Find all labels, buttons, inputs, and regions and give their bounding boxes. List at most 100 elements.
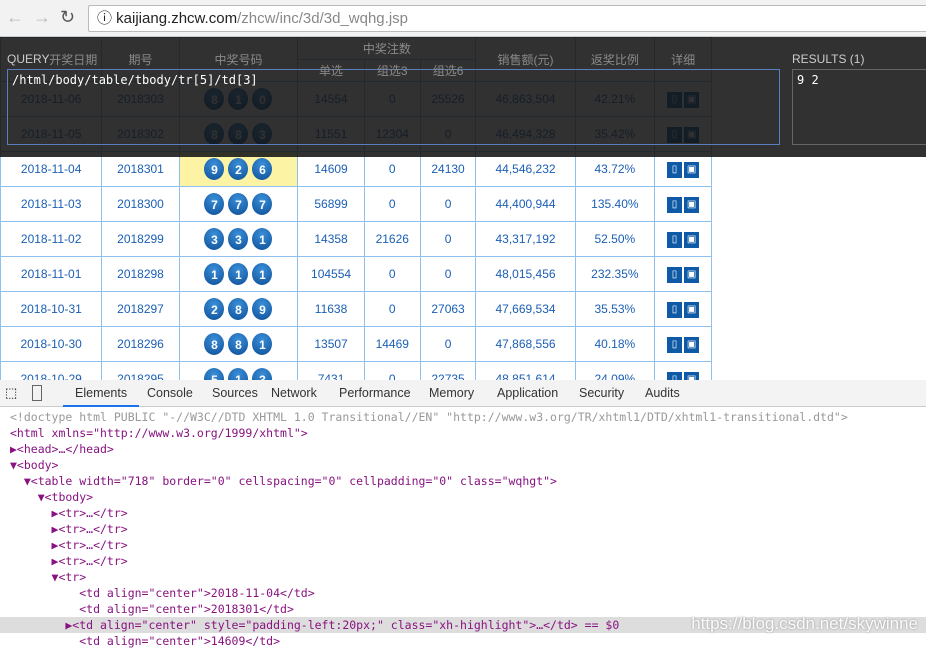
tab-network[interactable]: Network <box>259 380 329 407</box>
info-icon[interactable]: ⓘ <box>97 10 116 27</box>
document-icon[interactable]: ▯ <box>667 336 683 353</box>
tab-memory[interactable]: Memory <box>417 380 486 407</box>
ratio-cell: 135.40% <box>574 186 656 222</box>
tab-console[interactable]: Console <box>135 380 205 407</box>
document-icon[interactable]: ▯ <box>667 266 683 283</box>
dom-node-line[interactable]: ▶<head>…</head> <box>0 441 926 457</box>
dom-node-line[interactable]: ▼<table width="718" border="0" cellspaci… <box>0 473 926 489</box>
dom-node-line[interactable]: ▶<tr>…</tr> <box>0 505 926 521</box>
dom-node-line[interactable]: ▶<tr>…</tr> <box>0 553 926 569</box>
tab-audits[interactable]: Audits <box>633 380 692 407</box>
group3-cell: 14469 <box>363 326 421 362</box>
tv-icon[interactable]: ▣ <box>684 266 700 283</box>
tv-icon[interactable]: ▣ <box>684 231 700 248</box>
date-cell[interactable]: 2018-11-02 <box>0 221 103 257</box>
sales-cell: 47,669,534 <box>475 291 576 327</box>
ball: 1 <box>252 263 273 285</box>
header-winners-text: 中奖注数 <box>362 42 411 56</box>
single-cell: 13507 <box>297 326 365 362</box>
tv-icon[interactable]: ▣ <box>684 371 700 380</box>
tab-application[interactable]: Application <box>485 380 570 407</box>
detail-cell: ▯▣ <box>654 361 712 380</box>
date-link[interactable]: 2018-11-03 <box>21 197 82 211</box>
dom-node-line[interactable]: <td align="center">2018-11-04</td> <box>0 585 926 601</box>
ball: 1 <box>228 263 249 285</box>
ball: 7 <box>252 193 273 215</box>
date-cell[interactable]: 2018-10-31 <box>0 291 103 327</box>
detail-cell: ▯▣ <box>654 221 712 257</box>
ball: 9 <box>252 298 273 320</box>
date-cell[interactable]: 2018-11-01 <box>0 256 103 292</box>
devtools-panel: ⬚ Elements Console Sources Network Performan… <box>0 380 926 648</box>
results-output: 9 2 <box>792 69 926 145</box>
tab-elements[interactable]: Elements <box>63 380 140 407</box>
date-link[interactable]: 2018-10-29 <box>20 372 81 380</box>
device-toolbar-icon[interactable] <box>32 385 42 401</box>
group3-cell: 21626 <box>363 221 421 257</box>
group3-cell: 0 <box>363 256 421 292</box>
document-icon[interactable]: ▯ <box>667 231 683 248</box>
dom-node-line[interactable]: ▼<tbody> <box>0 489 926 505</box>
table-row: 2018-10-30 2018296 8 8 1 13507 14469 0 47,868,55… <box>0 326 712 362</box>
issue-cell: 2018296 <box>101 326 180 362</box>
ball: 8 <box>228 333 249 355</box>
ball: 1 <box>204 263 225 285</box>
header-detail-text: 详细 <box>671 53 696 67</box>
date-link[interactable]: 2018-10-31 <box>20 302 81 316</box>
dom-node-line[interactable]: ▼<tr> <box>0 569 926 585</box>
tv-icon[interactable]: ▣ <box>684 196 700 213</box>
dom-node-line[interactable]: ▶<tr>…</tr> <box>0 521 926 537</box>
table-row: 2018-11-02 2018299 3 3 1 14358 21626 0 43,317,19… <box>0 221 712 257</box>
detail-cell: ▯▣ <box>654 256 712 292</box>
ratio-cell: 24.09% <box>574 361 656 380</box>
document-icon[interactable]: ▯ <box>667 161 683 178</box>
dom-node-line[interactable]: <td align="center">14609</td> <box>0 633 926 649</box>
tv-icon[interactable]: ▣ <box>684 336 700 353</box>
dom-node-line[interactable]: ▶<tr>…</tr> <box>0 537 926 553</box>
ball: 3 <box>204 228 225 250</box>
reload-icon[interactable]: ↻ <box>60 7 75 28</box>
numbers-cell: 111 <box>178 256 299 292</box>
document-icon[interactable]: ▯ <box>667 371 683 380</box>
dom-node-line[interactable]: <!doctype html PUBLIC "-//W3C//DTD XHTML… <box>0 409 926 425</box>
issue-cell: 2018298 <box>101 256 180 292</box>
date-link[interactable]: 2018-11-01 <box>21 267 82 281</box>
watermark: https://blog.csdn.net/skywinne <box>691 614 918 633</box>
date-link[interactable]: 2018-10-30 <box>20 337 81 351</box>
ball: 8 <box>204 333 225 355</box>
ratio-cell: 52.50% <box>574 221 656 257</box>
dom-node-line[interactable]: ▼<body> <box>0 457 926 473</box>
group6-cell: 22735 <box>419 361 477 380</box>
query-input[interactable]: /html/body/table/tbody/tr[5]/td[3] <box>7 69 780 145</box>
table-row: 2018-10-31 2018297 2 8 9 11638 0 27063 47,669,53… <box>0 291 712 327</box>
ball: 1 <box>252 228 273 250</box>
tab-performance[interactable]: Performance <box>327 380 423 407</box>
header-ratio-text: 返奖比例 <box>590 53 639 67</box>
detail-cell: ▯▣ <box>654 186 712 222</box>
inspect-icon[interactable]: ⬚ <box>5 385 19 401</box>
forward-icon[interactable]: → <box>33 7 51 28</box>
date-cell[interactable]: 2018-11-03 <box>0 186 103 222</box>
tv-icon[interactable]: ▣ <box>684 161 700 178</box>
back-icon[interactable]: ← <box>6 7 24 28</box>
header-sales-text: 销售额(元) <box>497 53 554 67</box>
ball: 5 <box>204 368 225 380</box>
header-group3-text: 组选3 <box>376 64 408 78</box>
single-cell: 11638 <box>297 291 365 327</box>
date-link[interactable]: 2018-11-02 <box>21 232 82 246</box>
date-link[interactable]: 2018-11-04 <box>21 162 82 176</box>
document-icon[interactable]: ▯ <box>667 301 683 318</box>
dom-node-line[interactable]: <html xmlns="http://www.w3.org/1999/xhtm… <box>0 425 926 441</box>
ball: 6 <box>252 158 273 180</box>
address-bar[interactable]: ⓘ kaijiang.zhcw.com/zhcw/inc/3d/3d_wqhg.… <box>88 5 926 32</box>
url-domain: kaijiang.zhcw.com <box>116 10 238 27</box>
ball: 1 <box>228 368 249 380</box>
date-cell[interactable]: 2018-10-30 <box>0 326 103 362</box>
tab-security[interactable]: Security <box>567 380 636 407</box>
issue-cell: 2018295 <box>101 361 180 380</box>
ball: 8 <box>228 298 249 320</box>
date-cell[interactable]: 2018-10-29 <box>0 361 103 380</box>
document-icon[interactable]: ▯ <box>667 196 683 213</box>
group6-cell: 0 <box>419 326 477 362</box>
tv-icon[interactable]: ▣ <box>684 301 700 318</box>
